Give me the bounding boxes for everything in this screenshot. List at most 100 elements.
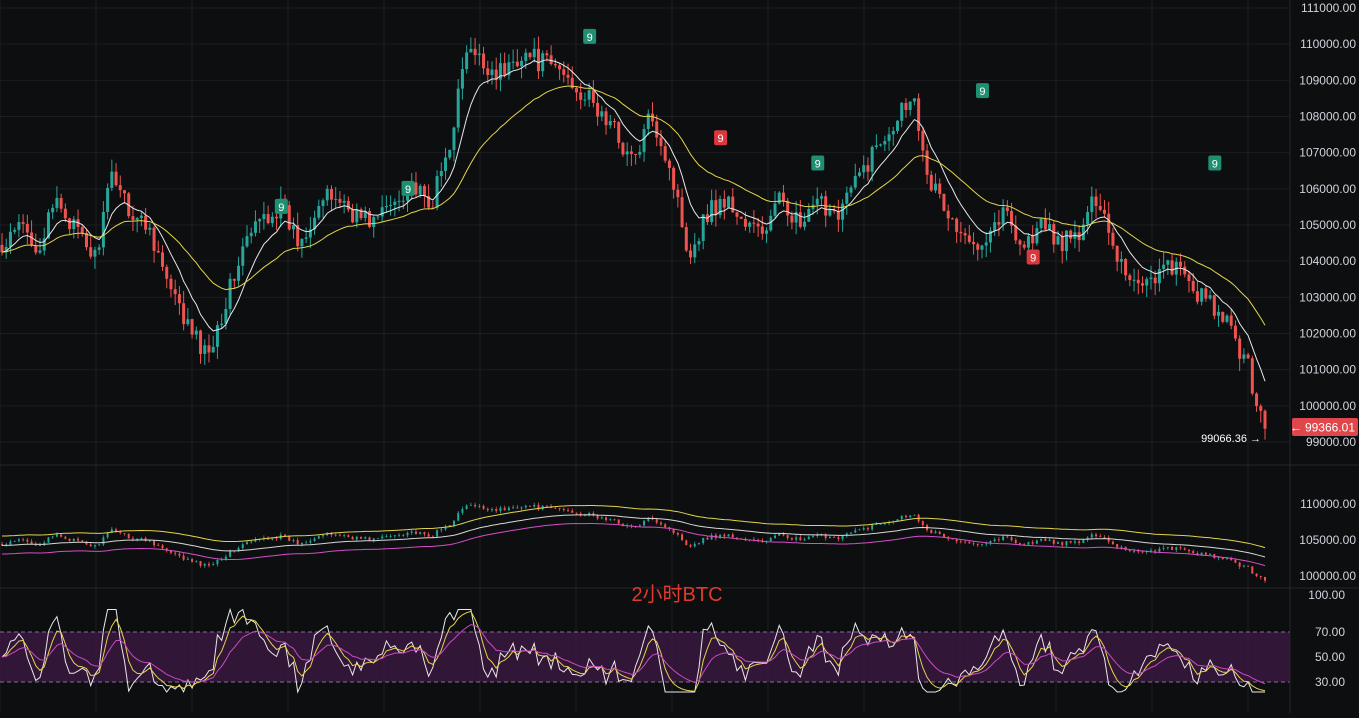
candle-body [621, 142, 625, 155]
price-tick-label: 100000.00 [1299, 399, 1356, 413]
candle-body [1212, 295, 1216, 316]
mid-candle-body [381, 536, 384, 539]
candle-body [862, 165, 866, 173]
candle-body [972, 241, 976, 245]
mid-candle-body [305, 542, 308, 544]
candle-body [139, 215, 143, 219]
candle-body [579, 92, 583, 100]
candle-body [106, 187, 110, 213]
mid-candle-body [1035, 540, 1038, 544]
mid-candle-body [182, 555, 185, 560]
chart-watermark-label: 2小时BTC [631, 583, 722, 606]
mid-candle-body [529, 505, 532, 507]
candle-body [207, 345, 211, 353]
candle-body [697, 241, 701, 245]
candle-body [241, 246, 245, 266]
candle-body [465, 52, 469, 70]
mid-candle-body [1052, 539, 1055, 544]
candle-body [612, 121, 616, 123]
candle-body [912, 98, 916, 102]
mid-tick-label: 100000.00 [1299, 569, 1356, 583]
mid-candle-body [862, 528, 865, 530]
candle-body [980, 245, 984, 250]
candle-body [743, 218, 747, 227]
candle-body [1162, 264, 1166, 270]
rsi-tick-label: 50.00 [1315, 650, 1345, 664]
mid-candle-body [850, 532, 853, 534]
candle-body [528, 52, 532, 58]
candle-body [1149, 277, 1153, 280]
price-tick-label: 104000.00 [1299, 254, 1356, 268]
mid-candle-body [13, 540, 16, 542]
mid-candle-body [828, 536, 831, 539]
mid-candle-body [643, 520, 646, 526]
mid-candle-body [482, 505, 485, 509]
candle-body [667, 160, 671, 168]
mid-candle-body [1264, 576, 1266, 581]
candle-body [304, 237, 308, 239]
candle-body [642, 129, 646, 152]
price-tick-label: 107000.00 [1299, 146, 1356, 160]
candle-body [591, 90, 595, 103]
candle-body [8, 231, 12, 247]
candle-body [148, 227, 152, 230]
candle-body [376, 216, 380, 218]
candle-body [287, 205, 291, 230]
candle-body [946, 210, 950, 219]
mid-candle-body [706, 537, 709, 540]
mid-candle-body [440, 529, 443, 531]
td-marker-label: 9 [718, 133, 724, 145]
mid-candle-body [879, 523, 882, 525]
mid-candle-body [414, 531, 417, 534]
candle-body [1136, 279, 1140, 284]
candle-body [879, 144, 883, 146]
candle-body [558, 65, 562, 70]
candle-body [520, 60, 524, 67]
mid-candle-body [372, 538, 375, 541]
chart-background [0, 0, 1359, 713]
candle-body [1056, 236, 1060, 245]
candle-body [536, 48, 540, 72]
candle-body [908, 101, 912, 110]
candle-body [1208, 295, 1212, 299]
mid-candle-body [972, 543, 975, 545]
mid-candle-body [1187, 549, 1190, 552]
candle-body [372, 217, 376, 227]
candle-body [482, 53, 486, 69]
mid-candle-body [178, 553, 181, 556]
mid-candle-body [1023, 543, 1026, 545]
candle-body [853, 175, 857, 188]
candle-body [1115, 245, 1119, 262]
mid-candle-body [520, 507, 523, 509]
mid-candle-body [364, 537, 367, 539]
candle-body [1031, 236, 1035, 244]
mid-candle-body [942, 533, 945, 538]
mid-tick-label: 105000.00 [1299, 533, 1356, 547]
mid-candle-body [1027, 542, 1030, 545]
mid-candle-body [1234, 560, 1237, 563]
mid-candle-body [795, 537, 798, 540]
candle-body [68, 218, 72, 230]
candle-body [300, 238, 304, 247]
candle-body [929, 174, 933, 191]
candle-body [845, 192, 849, 204]
candle-body [17, 222, 21, 230]
candle-body [1141, 283, 1145, 286]
chart-svg[interactable]: 9 9 9 9 9 9 9 9 111000.00 110000.00 109000.00 1080… [0, 0, 1359, 713]
mid-candle-body [731, 534, 734, 538]
candle-body [866, 165, 870, 172]
candle-body [1259, 406, 1263, 411]
mid-candle-body [1183, 548, 1186, 550]
candle-body [1204, 288, 1208, 299]
mid-candle-body [486, 508, 489, 511]
candle-body [566, 74, 570, 78]
candle-body [938, 183, 942, 194]
candle-body [114, 171, 118, 186]
candle-body [849, 187, 853, 193]
candle-body [1124, 259, 1128, 276]
mid-candle-body [554, 507, 557, 509]
candle-body [1107, 213, 1111, 233]
mid-candle-body [64, 536, 67, 539]
rsi-band [0, 632, 1290, 682]
candle-body [262, 214, 266, 220]
